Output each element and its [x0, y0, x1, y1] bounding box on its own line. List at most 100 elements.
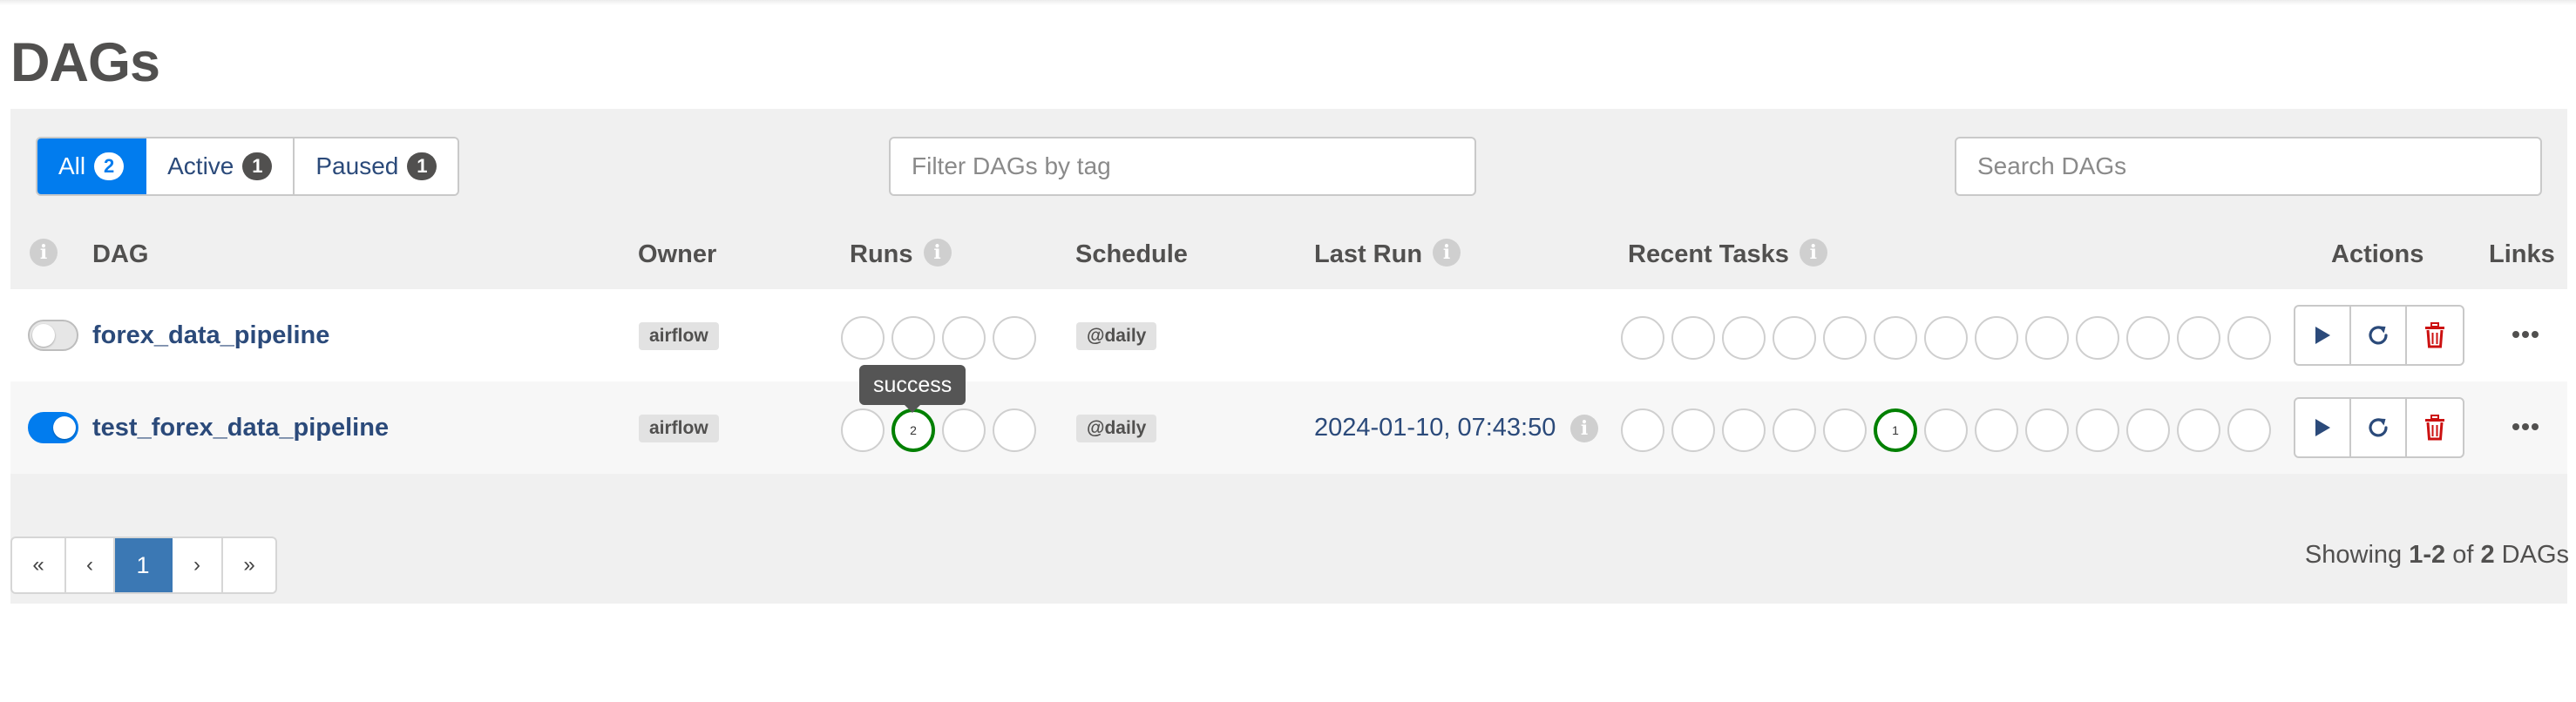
run-state-circle[interactable]: [993, 408, 1036, 452]
header-last-run: Last Run i: [1314, 237, 1461, 272]
run-state-circle[interactable]: [942, 408, 986, 452]
dag-search-input[interactable]: [1955, 137, 2542, 196]
filter-active-button[interactable]: Active 1: [146, 138, 295, 194]
task-state-circle[interactable]: [1671, 408, 1715, 452]
filter-paused-count: 1: [407, 152, 437, 180]
filter-active-count: 1: [242, 152, 273, 180]
links-menu-button[interactable]: [2506, 317, 2545, 352]
run-state-circle[interactable]: [993, 316, 1036, 360]
actions-group: [2294, 305, 2464, 366]
run-state-circle[interactable]: [942, 316, 986, 360]
task-state-circle[interactable]: [1975, 316, 2018, 360]
task-state-circle[interactable]: [2227, 316, 2271, 360]
run-state-circle[interactable]: [841, 316, 885, 360]
run-status-tooltip: success: [859, 365, 966, 413]
trigger-dag-button[interactable]: [2295, 399, 2351, 456]
first-page-button[interactable]: «: [12, 538, 66, 592]
play-icon: [2315, 419, 2330, 436]
runs-info-icon[interactable]: i: [923, 239, 952, 267]
task-state-circle[interactable]: [2227, 408, 2271, 452]
header-info: i: [30, 237, 58, 272]
task-state-circle[interactable]: [2177, 316, 2220, 360]
trigger-dag-button[interactable]: [2295, 307, 2351, 364]
current-page-button[interactable]: 1: [115, 538, 173, 592]
task-state-circle[interactable]: [1773, 316, 1816, 360]
delete-dag-button[interactable]: [2407, 307, 2463, 364]
refresh-dag-button[interactable]: [2351, 307, 2407, 364]
filter-all-button[interactable]: All 2: [37, 138, 147, 194]
header-recent-tasks: Recent Tasks i: [1628, 237, 1827, 272]
task-state-circle[interactable]: [2126, 316, 2170, 360]
header-owner[interactable]: Owner: [638, 237, 716, 272]
task-state-circle[interactable]: [2025, 408, 2069, 452]
task-state-circle[interactable]: [1924, 316, 1968, 360]
refresh-icon: [2369, 326, 2388, 345]
dag-row: forex_data_pipeline airflow @daily: [10, 289, 2567, 381]
header-actions: Actions: [2331, 240, 2424, 268]
task-state-circle[interactable]: [2076, 408, 2119, 452]
task-state-circle[interactable]: [1975, 408, 2018, 452]
dag-name-link[interactable]: forex_data_pipeline: [92, 318, 329, 353]
page-title: DAGs: [10, 32, 160, 93]
run-state-circle-success[interactable]: 2: [891, 408, 935, 452]
task-state-circle[interactable]: [1823, 408, 1867, 452]
last-run-info-icon[interactable]: i: [1570, 415, 1598, 442]
task-state-circle[interactable]: [2076, 316, 2119, 360]
trash-icon: [2425, 322, 2444, 348]
prev-page-button[interactable]: ‹: [66, 538, 115, 592]
task-state-circle[interactable]: [1823, 316, 1867, 360]
status-filter: All 2 Active 1 Paused 1: [36, 137, 460, 196]
header-links: Links: [2489, 240, 2555, 268]
task-state-circle[interactable]: [1722, 316, 1766, 360]
header-schedule: Schedule: [1075, 240, 1188, 268]
trash-icon: [2425, 415, 2444, 441]
task-state-circle[interactable]: [1773, 408, 1816, 452]
filter-paused-button[interactable]: Paused 1: [295, 138, 458, 194]
play-icon: [2315, 327, 2330, 344]
task-state-circle[interactable]: [1874, 316, 1917, 360]
dag-name-link[interactable]: test_forex_data_pipeline: [92, 410, 389, 445]
pause-toggle[interactable]: [28, 320, 78, 351]
toggle-knob: [53, 416, 76, 439]
actions-group: [2294, 397, 2464, 458]
task-state-circle[interactable]: [1924, 408, 1968, 452]
schedule-badge[interactable]: @daily: [1076, 415, 1157, 442]
task-state-circle-success[interactable]: 1: [1874, 408, 1917, 452]
task-state-circle[interactable]: [1621, 408, 1664, 452]
tag-filter-input[interactable]: [889, 137, 1476, 196]
owner-badge[interactable]: airflow: [639, 322, 719, 350]
next-page-button[interactable]: ›: [173, 538, 223, 592]
header-dag[interactable]: DAG: [92, 237, 148, 272]
pagination: « ‹ 1 › »: [10, 537, 277, 594]
last-page-button[interactable]: »: [223, 538, 275, 592]
showing-unit: DAGs: [2501, 541, 2569, 569]
filter-all-label: All: [58, 152, 86, 179]
filter-paused-label: Paused: [315, 152, 399, 179]
header-runs-label: Runs: [850, 240, 913, 268]
delete-dag-button[interactable]: [2407, 399, 2463, 456]
last-run-link[interactable]: 2024-01-10, 07:43:50: [1314, 410, 1556, 445]
pause-toggle[interactable]: [28, 412, 78, 443]
info-icon[interactable]: i: [30, 239, 58, 267]
ellipsis-icon: [2512, 423, 2539, 430]
refresh-dag-button[interactable]: [2351, 399, 2407, 456]
header-runs: Runs i: [850, 237, 952, 272]
last-run-info-icon[interactable]: i: [1433, 239, 1461, 267]
top-shadow: [0, 0, 2576, 5]
task-state-circle[interactable]: [1722, 408, 1766, 452]
task-state-circle[interactable]: [1621, 316, 1664, 360]
owner-badge[interactable]: airflow: [639, 415, 719, 442]
header-recent-tasks-label: Recent Tasks: [1628, 240, 1789, 268]
run-state-circle[interactable]: [841, 408, 885, 452]
task-state-circle[interactable]: [2025, 316, 2069, 360]
task-state-circle[interactable]: [1671, 316, 1715, 360]
recent-tasks-info-icon[interactable]: i: [1799, 239, 1827, 267]
dag-row: test_forex_data_pipeline airflow 2 @dail…: [10, 381, 2567, 474]
task-state-circle[interactable]: [2177, 408, 2220, 452]
task-state-circle[interactable]: [2126, 408, 2170, 452]
links-menu-button[interactable]: [2506, 409, 2545, 444]
showing-label: Showing: [2304, 541, 2403, 569]
run-state-circle[interactable]: [891, 316, 935, 360]
toggle-knob: [32, 324, 55, 347]
schedule-badge[interactable]: @daily: [1076, 322, 1157, 350]
